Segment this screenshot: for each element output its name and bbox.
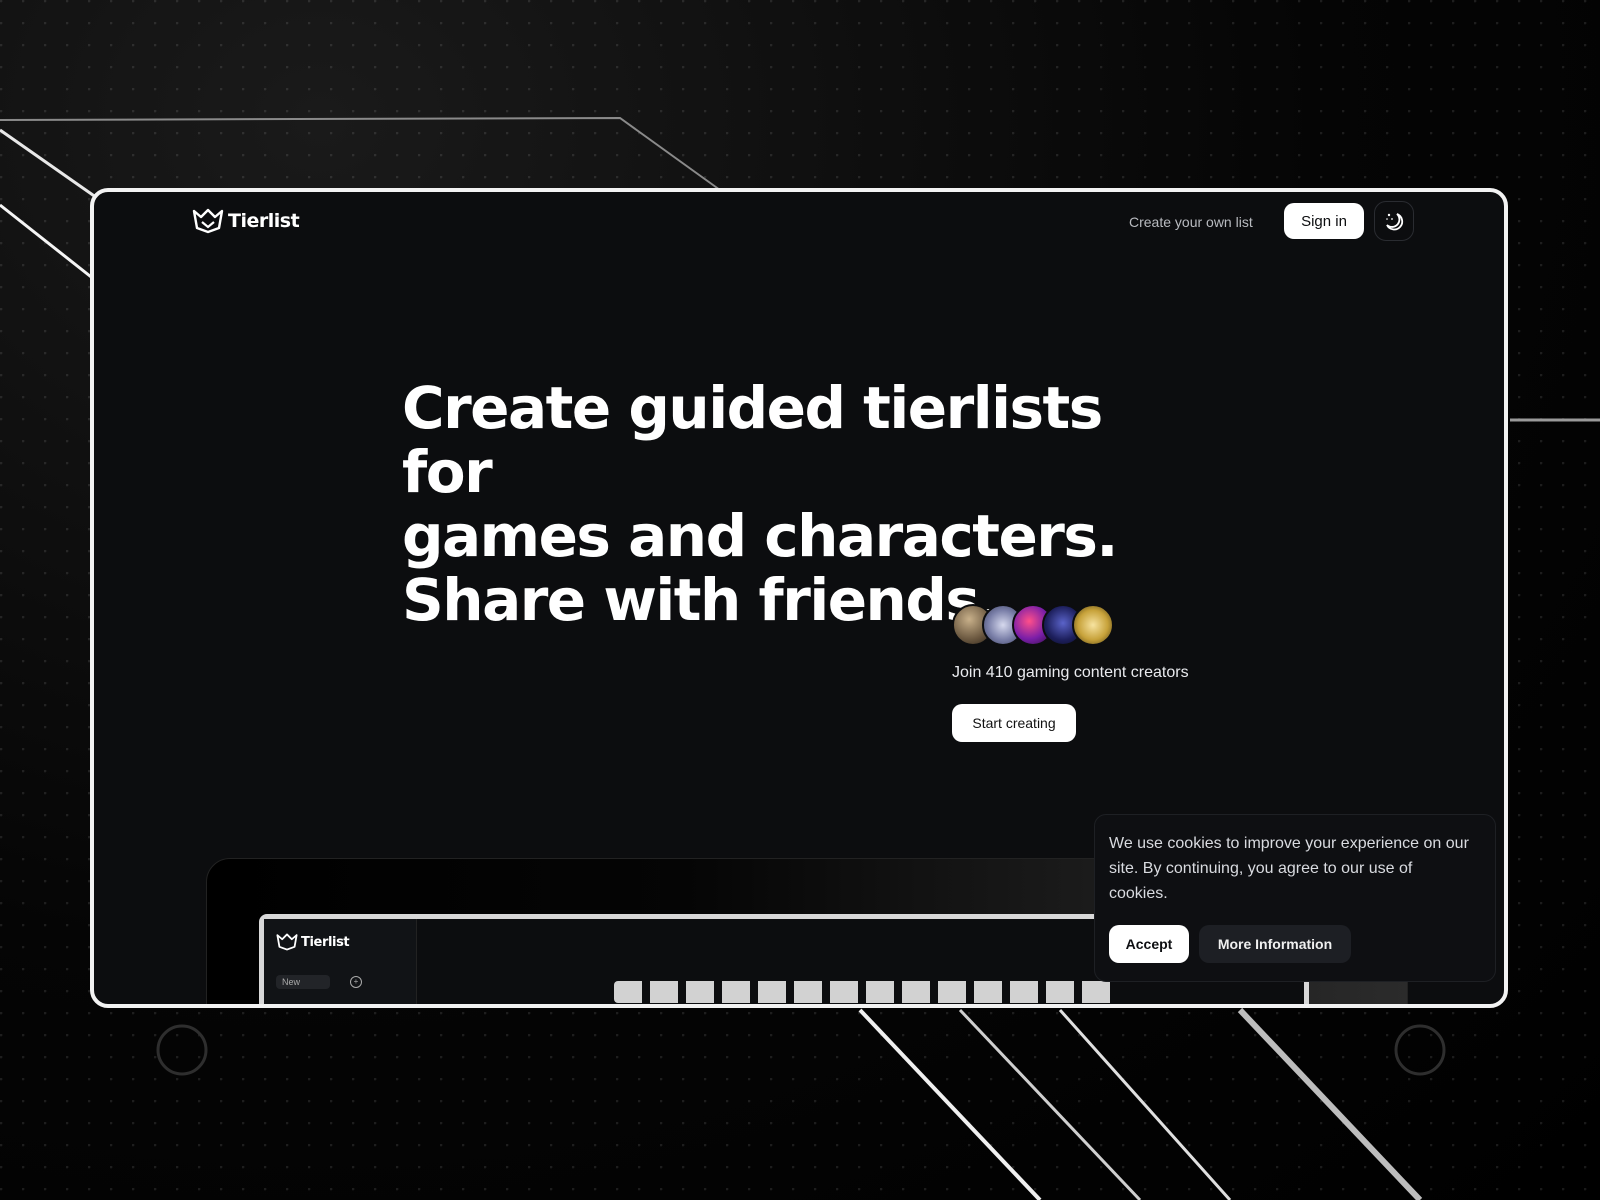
preview-new-row: New + <box>276 975 363 989</box>
hero-title: Create guided tierlists for games and ch… <box>402 376 1182 632</box>
cookie-banner: We use cookies to improve your experienc… <box>1094 814 1496 982</box>
hero-title-line: Create guided tierlists for <box>402 374 1103 506</box>
preview-logo-text: Tierlist <box>301 934 350 950</box>
crown-logo-icon <box>276 933 298 951</box>
plus-icon: + <box>350 976 363 988</box>
start-creating-button[interactable]: Start creating <box>952 704 1076 742</box>
theme-toggle-button[interactable] <box>1374 201 1414 241</box>
cookie-message: We use cookies to improve your experienc… <box>1109 835 1469 902</box>
avatar <box>1072 604 1114 646</box>
preview-new-label: New <box>276 975 331 989</box>
site-logo[interactable]: Tierlist <box>192 208 300 234</box>
creator-avatars <box>952 604 1114 646</box>
preview-heading-cropped <box>614 981 1114 1003</box>
preview-logo: Tierlist <box>276 933 350 951</box>
create-list-link[interactable]: Create your own list <box>1129 214 1253 230</box>
more-information-button[interactable]: More Information <box>1199 925 1351 963</box>
join-text: Join 410 gaming content creators <box>952 664 1189 681</box>
crown-logo-icon <box>192 208 224 234</box>
preview-sidebar: Tierlist New + <box>264 919 417 1004</box>
moon-sparkle-icon <box>1386 213 1404 231</box>
accept-cookies-button[interactable]: Accept <box>1109 925 1189 963</box>
browser-frame: Tierlist Create your own list Sign in Cr… <box>90 188 1508 1008</box>
top-nav: Tierlist Create your own list Sign in <box>94 192 1504 256</box>
logo-text: Tierlist <box>228 210 300 232</box>
sign-in-button[interactable]: Sign in <box>1284 203 1364 239</box>
hero-title-line: games and characters. <box>402 502 1118 570</box>
